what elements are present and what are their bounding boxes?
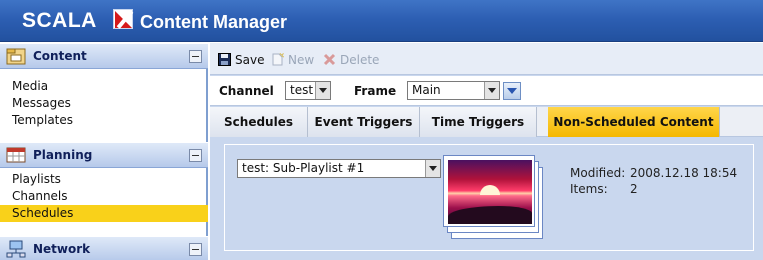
- toolbar: Save New Delete: [210, 43, 763, 75]
- selector-row: Channel test Frame Main: [210, 76, 763, 106]
- tab-non-scheduled-content[interactable]: Non-Scheduled Content: [548, 107, 720, 137]
- frame-label: Frame: [354, 84, 397, 98]
- modified-value: 2008.12.18 18:54: [630, 166, 738, 180]
- collapse-icon[interactable]: [189, 149, 202, 162]
- thumbnail-frame: [443, 155, 535, 227]
- product-title: Content Manager: [140, 12, 288, 32]
- app-header: SCALA Content Manager: [0, 0, 763, 42]
- sidebar: Content Media Messages Templates Plannin…: [0, 43, 208, 260]
- new-label: New: [288, 53, 315, 67]
- sidebar-section-network[interactable]: Network: [0, 236, 208, 260]
- content-panel: test: Sub-Playlist #1 Modified: 2008.12.…: [224, 144, 754, 251]
- tab-time-triggers[interactable]: Time Triggers: [420, 107, 537, 137]
- sidebar-section-title: Planning: [33, 148, 93, 162]
- collapse-icon[interactable]: [189, 243, 202, 256]
- items-value: 2: [630, 182, 638, 196]
- sidebar-section-planning[interactable]: Planning: [0, 142, 208, 168]
- sunset-thumbnail-icon: [448, 160, 532, 224]
- playlist-select[interactable]: test: Sub-Playlist #1: [237, 159, 441, 178]
- scala-logo-icon: [113, 9, 134, 29]
- save-label: Save: [235, 53, 265, 67]
- network-computer-icon: [6, 240, 26, 258]
- sidebar-item-channels[interactable]: Channels: [0, 188, 208, 205]
- frame-value: Main: [412, 83, 441, 97]
- delete-label: Delete: [340, 53, 380, 67]
- sidebar-item-media[interactable]: Media: [0, 78, 208, 95]
- delete-x-icon: [323, 53, 336, 66]
- chevron-down-icon[interactable]: [315, 82, 330, 99]
- playlist-thumbnail[interactable]: [443, 155, 543, 240]
- collapse-icon[interactable]: [189, 50, 202, 63]
- playlist-value: test: Sub-Playlist #1: [242, 161, 365, 175]
- content-folder-icon: [6, 48, 26, 65]
- brand-name: SCALA: [22, 9, 97, 32]
- tab-event-triggers[interactable]: Event Triggers: [308, 107, 420, 137]
- modified-label: Modified:: [570, 166, 626, 180]
- tab-schedules[interactable]: Schedules: [210, 107, 308, 137]
- sidebar-section-title: Content: [33, 49, 87, 63]
- chevron-down-icon[interactable]: [484, 82, 499, 99]
- sidebar-section-content[interactable]: Content: [0, 43, 208, 69]
- items-label: Items:: [570, 182, 608, 196]
- channel-label: Channel: [219, 84, 274, 98]
- main-panel: Save New Delete Channel test Frame Main: [210, 43, 763, 260]
- tab-bar: Schedules Event Triggers Time Triggers N…: [210, 107, 763, 137]
- sidebar-item-playlists[interactable]: Playlists: [0, 171, 208, 188]
- sidebar-item-templates[interactable]: Templates: [0, 112, 208, 129]
- new-document-icon: [272, 53, 284, 66]
- frame-options-chevron-icon[interactable]: [503, 82, 521, 100]
- frame-select[interactable]: Main: [407, 81, 500, 100]
- channel-value: test: [290, 83, 314, 97]
- chevron-down-icon[interactable]: [425, 160, 440, 177]
- sidebar-item-messages[interactable]: Messages: [0, 95, 208, 112]
- planning-calendar-icon: [6, 147, 26, 163]
- sidebar-section-title: Network: [33, 242, 91, 256]
- floppy-disk-icon: [218, 53, 231, 66]
- sidebar-item-schedules[interactable]: Schedules: [0, 205, 208, 222]
- channel-select[interactable]: test: [285, 81, 331, 100]
